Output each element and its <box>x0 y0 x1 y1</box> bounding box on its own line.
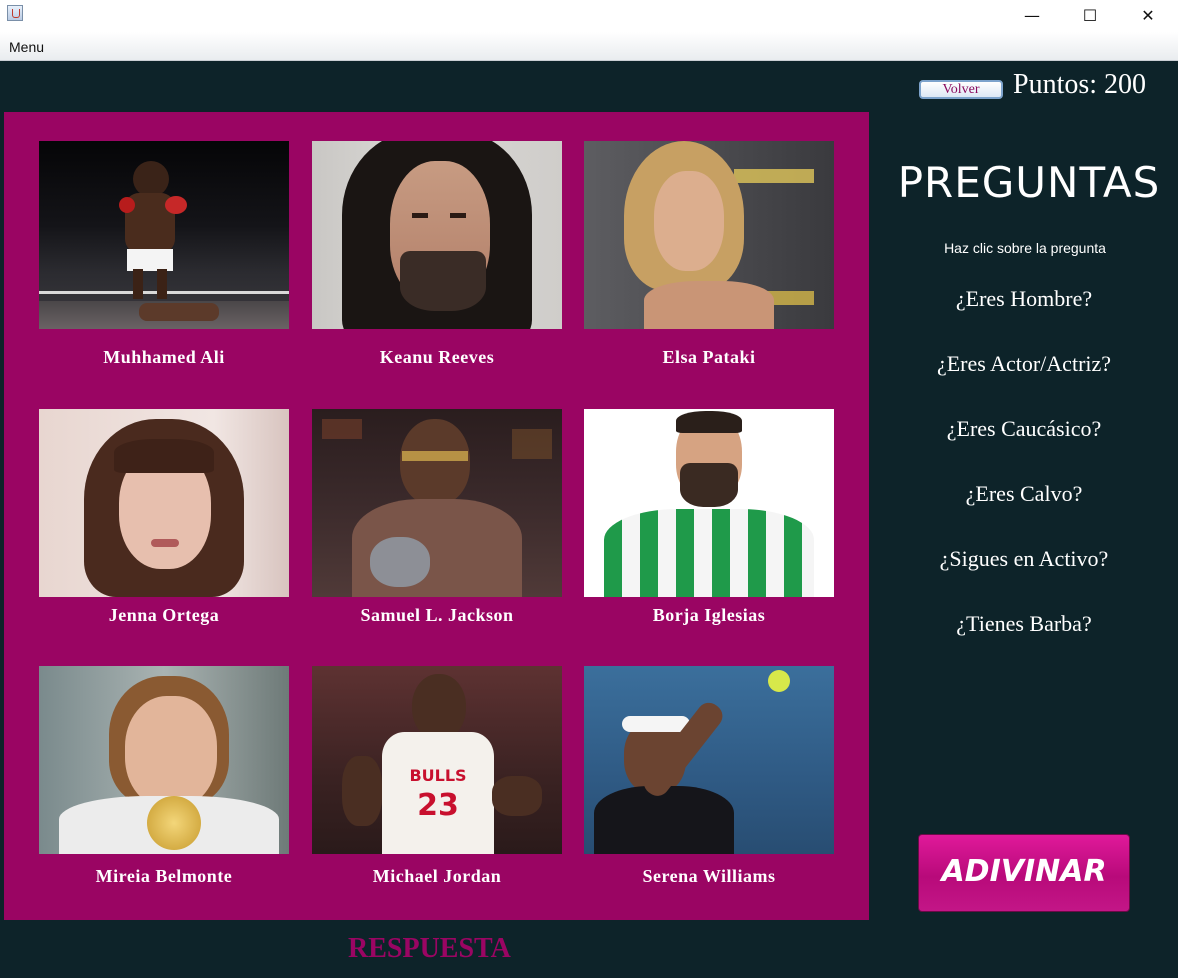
question-tienes-barba[interactable]: ¿Tienes Barba? <box>895 611 1153 637</box>
character-name: Muhhamed Ali <box>103 347 225 367</box>
character-name: Serena Williams <box>642 866 776 886</box>
window-titlebar: — ☐ ✕ <box>0 0 1178 32</box>
character-photo[interactable] <box>39 666 289 854</box>
character-card[interactable]: Samuel L. Jackson <box>312 409 562 625</box>
question-eres-hombre[interactable]: ¿Eres Hombre? <box>895 286 1153 312</box>
character-name: Samuel L. Jackson <box>360 605 514 625</box>
character-name: Mireia Belmonte <box>95 866 233 886</box>
menu-item-menu[interactable]: Menu <box>9 39 44 55</box>
character-card[interactable]: Elsa Pataki <box>584 141 834 367</box>
maximize-icon[interactable]: ☐ <box>1062 0 1118 30</box>
preguntas-hint: Haz clic sobre la pregunta <box>944 240 1106 256</box>
character-card[interactable]: Keanu Reeves <box>312 141 562 367</box>
character-card[interactable]: BULLS 23 Michael Jordan <box>312 666 562 886</box>
volver-button[interactable]: Volver <box>919 80 1003 99</box>
menu-bar: Menu <box>0 32 1178 61</box>
minimize-icon[interactable]: — <box>1004 0 1060 30</box>
character-photo[interactable] <box>584 141 834 329</box>
character-name: Jenna Ortega <box>108 605 220 625</box>
character-card[interactable]: Jenna Ortega <box>39 409 289 625</box>
character-photo[interactable] <box>312 141 562 329</box>
character-card[interactable]: Mireia Belmonte <box>39 666 289 886</box>
question-eres-calvo[interactable]: ¿Eres Calvo? <box>895 481 1153 507</box>
character-card[interactable]: Muhhamed Ali <box>39 141 289 367</box>
character-card[interactable]: Serena Williams <box>584 666 834 886</box>
character-name: Elsa Pataki <box>662 347 756 367</box>
character-photo[interactable] <box>584 409 834 597</box>
character-card[interactable]: Borja Iglesias <box>584 409 834 625</box>
character-name: Michael Jordan <box>372 866 502 886</box>
character-photo[interactable]: BULLS 23 <box>312 666 562 854</box>
preguntas-title: PREGUNTAS <box>897 158 1161 207</box>
character-photo[interactable] <box>39 409 289 597</box>
java-app-icon <box>7 5 23 21</box>
character-name: Borja Iglesias <box>652 605 766 625</box>
character-name: Keanu Reeves <box>379 347 495 367</box>
character-board: Muhhamed Ali Keanu Reeves Elsa Pataki Je… <box>4 112 869 920</box>
character-photo[interactable] <box>312 409 562 597</box>
question-eres-caucasico[interactable]: ¿Eres Caucásico? <box>895 416 1153 442</box>
close-icon[interactable]: ✕ <box>1120 0 1176 30</box>
character-photo[interactable] <box>584 666 834 854</box>
question-eres-actor[interactable]: ¿Eres Actor/Actriz? <box>895 351 1153 377</box>
puntos-label: Puntos: 200 <box>1013 69 1147 100</box>
adivinar-button[interactable]: ADIVINAR <box>918 834 1130 912</box>
character-photo[interactable] <box>39 141 289 329</box>
respuesta-label: RESPUESTA <box>348 933 511 964</box>
question-sigues-en-activo[interactable]: ¿Sigues en Activo? <box>895 546 1153 572</box>
